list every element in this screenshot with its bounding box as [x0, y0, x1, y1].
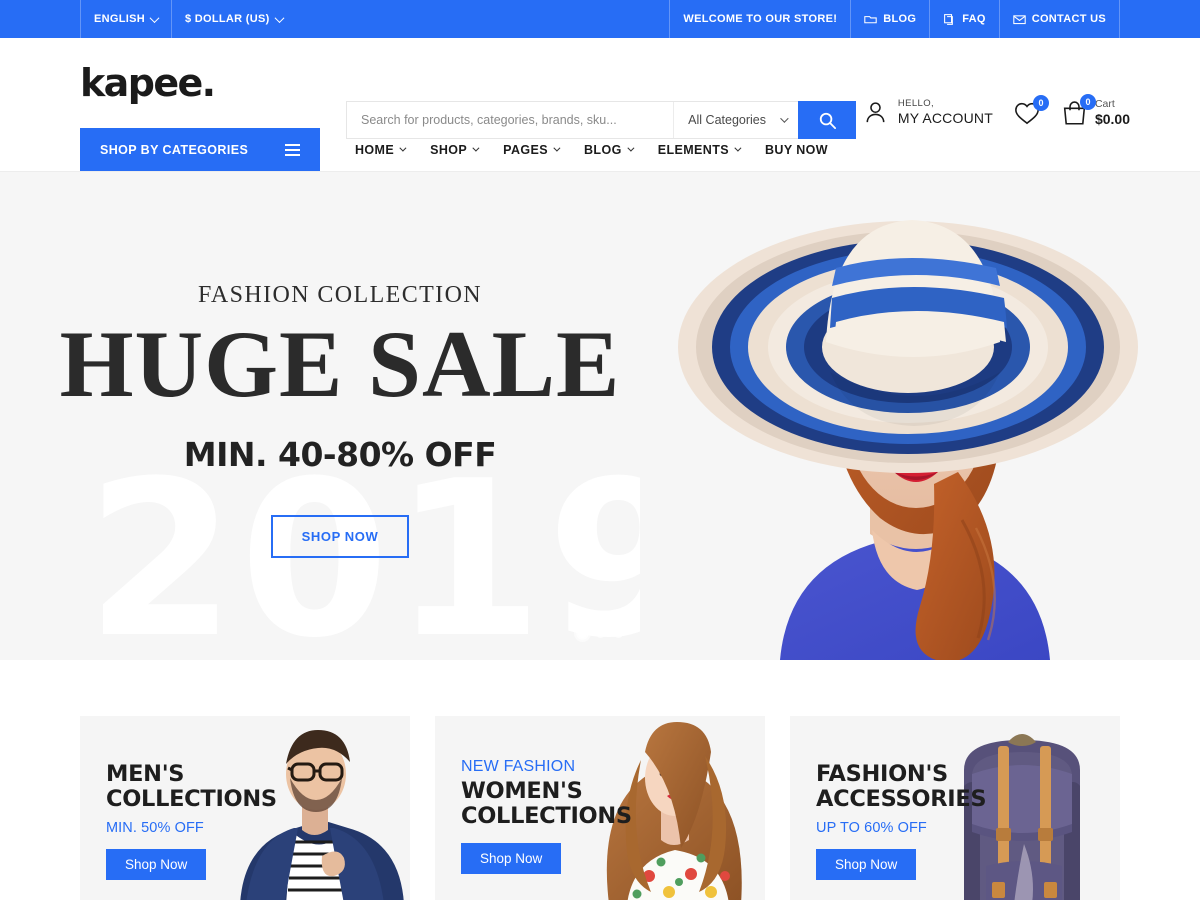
chevron-down-icon — [149, 12, 160, 23]
envelope-icon — [1012, 14, 1026, 24]
currency-label: $ DOLLAR (US) — [185, 13, 270, 25]
account-name: MY ACCOUNT — [897, 110, 993, 127]
hero-banner: 2019 FASHION COLLECTION HUGE SALE MIN. 4… — [0, 172, 1200, 660]
blog-label: BLOG — [883, 13, 917, 25]
promo-card-row: MEN'S COLLECTIONS MIN. 50% OFF Shop Now — [0, 660, 1200, 900]
shop-by-categories-label: SHOP BY CATEGORIES — [100, 142, 249, 157]
nav-label-buy-now: BUY NOW — [764, 142, 828, 157]
welcome-message: WELCOME TO OUR STORE! — [669, 0, 850, 38]
hamburger-icon — [285, 143, 300, 156]
hero-shop-now-button[interactable]: SHOP NOW — [270, 514, 410, 558]
cart-count-badge: 0 — [1079, 93, 1096, 110]
chevron-down-icon — [472, 144, 480, 152]
blog-link[interactable]: BLOG — [850, 0, 929, 38]
topbar-right-group: WELCOME TO OUR STORE! BLOG FAQ CONTACT U… — [669, 0, 1120, 38]
nav-label-pages: PAGES — [503, 142, 548, 157]
promo-card-mens[interactable]: MEN'S COLLECTIONS MIN. 50% OFF Shop Now — [80, 716, 410, 900]
language-selector[interactable]: ENGLISH — [80, 0, 171, 38]
cart-label: Cart — [1094, 98, 1115, 110]
chevron-down-icon — [627, 144, 635, 152]
nav-label-elements: ELEMENTS — [657, 142, 729, 157]
contact-us-link[interactable]: CONTACT US — [998, 0, 1120, 38]
carousel-dot-3[interactable] — [614, 629, 623, 638]
search-category-value: All Categories — [688, 113, 766, 127]
promo-eyebrow-womens: NEW FASHION — [461, 758, 576, 775]
promo-title-line1-mens: MEN'S — [106, 761, 185, 787]
promo-card-womens[interactable]: NEW FASHION WOMEN'S COLLECTIONS Shop Now — [435, 716, 765, 900]
hero-image — [640, 172, 1200, 660]
topbar-left-group: ENGLISH $ DOLLAR (US) — [80, 0, 296, 38]
nav-label-shop: SHOP — [430, 142, 468, 157]
site-logo[interactable]: kapee. — [80, 64, 216, 102]
nav-label-home: HOME — [355, 142, 395, 157]
page-root: ENGLISH $ DOLLAR (US) WELCOME TO OUR STO… — [0, 0, 1200, 900]
promo-title-line2-womens: COLLECTIONS — [461, 803, 632, 830]
currency-selector[interactable]: $ DOLLAR (US) — [171, 0, 296, 38]
my-account-button[interactable]: HELLO, MY ACCOUNT — [862, 98, 993, 127]
nav-item-blog[interactable]: BLOG — [583, 142, 635, 157]
language-label: ENGLISH — [94, 13, 145, 25]
hero-eyebrow: FASHION COLLECTION — [197, 282, 483, 308]
nav-item-pages[interactable]: PAGES — [503, 142, 561, 157]
promo-title-line2-mens: COLLECTIONS — [106, 786, 277, 813]
top-utility-bar: ENGLISH $ DOLLAR (US) WELCOME TO OUR STO… — [0, 0, 1200, 38]
account-greeting: HELLO, — [897, 98, 935, 110]
header-actions: HELLO, MY ACCOUNT 0 0 Cart $0.00 — [862, 93, 1130, 127]
hero-title: HUGE SALE — [59, 311, 621, 417]
cart-button[interactable]: 0 Cart $0.00 — [1061, 93, 1130, 127]
hero-text-block: FASHION COLLECTION HUGE SALE MIN. 40-80%… — [0, 172, 680, 558]
contact-label: CONTACT US — [1031, 13, 1106, 25]
chevron-down-icon — [553, 144, 561, 152]
search-category-select[interactable]: All Categories — [673, 102, 798, 138]
carousel-dots — [574, 625, 623, 642]
cart-total: $0.00 — [1094, 110, 1130, 127]
user-icon — [866, 102, 885, 123]
carousel-dot-1[interactable] — [574, 625, 591, 642]
nav-item-elements[interactable]: ELEMENTS — [657, 142, 742, 157]
chevron-down-icon — [399, 144, 407, 152]
copy-icon — [944, 13, 954, 25]
wishlist-button[interactable]: 0 — [1013, 94, 1049, 126]
promo-card-accessories[interactable]: FASHION'S ACCESSORIES UP TO 60% OFF Shop… — [790, 716, 1120, 900]
nav-label-blog: BLOG — [583, 142, 622, 157]
nav-item-shop[interactable]: SHOP — [430, 142, 480, 157]
promo-title-line1-womens: WOMEN'S — [461, 778, 583, 804]
chevron-down-icon — [274, 12, 285, 23]
promo-offer-accessories: UP TO 60% OFF — [816, 819, 927, 836]
promo-offer-mens: MIN. 50% OFF — [106, 819, 204, 836]
promo-shop-now-mens[interactable]: Shop Now — [106, 848, 207, 880]
search-bar: All Categories — [346, 101, 856, 139]
search-input[interactable] — [347, 102, 674, 138]
promo-shop-now-womens[interactable]: Shop Now — [461, 842, 562, 874]
promo-title-line1-accessories: FASHION'S — [816, 761, 948, 787]
nav-item-home[interactable]: HOME — [355, 142, 407, 157]
faq-link[interactable]: FAQ — [929, 0, 999, 38]
search-submit-button[interactable] — [798, 101, 856, 139]
faq-label: FAQ — [962, 13, 986, 25]
wishlist-count-badge: 0 — [1032, 94, 1049, 111]
shop-by-categories-button[interactable]: SHOP BY CATEGORIES — [80, 128, 320, 171]
promo-shop-now-accessories[interactable]: Shop Now — [816, 848, 917, 880]
site-header: kapee. All Categories HEL — [0, 38, 1200, 139]
welcome-text: WELCOME TO OUR STORE! — [683, 13, 838, 25]
promo-title-line2-accessories: ACCESSORIES — [816, 786, 987, 813]
carousel-dot-2[interactable] — [596, 629, 605, 638]
cart-icon-wrap[interactable]: 0 — [1061, 93, 1096, 127]
search-icon — [819, 112, 836, 129]
chevron-down-icon — [734, 144, 742, 152]
hero-subtitle: MIN. 40-80% OFF — [183, 434, 497, 474]
nav-item-buy-now[interactable]: BUY NOW — [765, 143, 828, 157]
chevron-down-icon — [780, 114, 789, 123]
folder-icon — [864, 15, 877, 23]
